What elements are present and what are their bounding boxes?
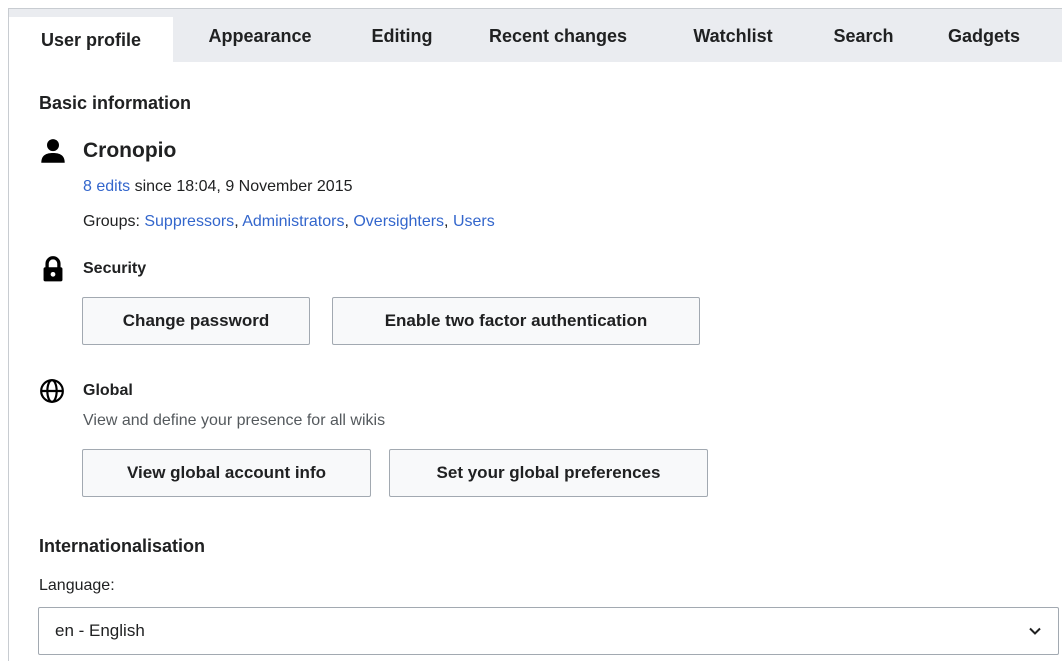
language-label: Language:	[39, 577, 115, 594]
registration-date: since 18:04, 9 November 2015	[130, 178, 353, 195]
edit-count-line: 8 edits since 18:04, 9 November 2015	[83, 178, 353, 196]
tab-appearance[interactable]: Appearance	[173, 9, 347, 62]
enable-two-factor-button[interactable]: Enable two factor authentication	[332, 297, 700, 345]
globe-icon	[38, 377, 66, 405]
edit-count-link[interactable]: 8 edits	[83, 178, 130, 195]
groups-label: Groups:	[83, 213, 145, 230]
chevron-down-icon	[1029, 627, 1041, 635]
tab-watchlist[interactable]: Watchlist	[659, 9, 807, 62]
language-value: en - English	[55, 621, 145, 640]
tab-recent-changes[interactable]: Recent changes	[457, 9, 659, 62]
user-icon	[39, 137, 67, 165]
tab-gadgets[interactable]: Gadgets	[920, 9, 1048, 62]
language-select[interactable]: en - English	[38, 607, 1059, 655]
change-password-button[interactable]: Change password	[82, 297, 310, 345]
basic-information-heading: Basic information	[39, 93, 192, 113]
set-global-preferences-button[interactable]: Set your global preferences	[389, 449, 708, 497]
group-link-suppressors[interactable]: Suppressors	[144, 213, 234, 230]
view-global-account-button[interactable]: View global account info	[82, 449, 371, 497]
global-description: View and define your presence for all wi…	[83, 412, 386, 429]
group-link-oversighters[interactable]: Oversighters	[353, 213, 444, 230]
group-link-administrators[interactable]: Administrators	[242, 213, 344, 230]
security-heading: Security	[83, 260, 147, 277]
lock-icon	[39, 255, 67, 283]
tab-editing[interactable]: Editing	[347, 9, 457, 62]
preferences-panel: User profile Appearance Editing Recent c…	[8, 8, 1062, 661]
tab-search[interactable]: Search	[807, 9, 920, 62]
tab-content-user-profile: Basic information Cronopio 8 edits since…	[9, 62, 1062, 662]
internationalisation-heading: Internationalisation	[39, 536, 206, 556]
username: Cronopio	[83, 139, 177, 162]
group-link-users[interactable]: Users	[453, 213, 495, 230]
groups-line: Groups: Suppressors, Administrators, Ove…	[83, 213, 495, 230]
tab-user-profile[interactable]: User profile	[9, 17, 173, 62]
tab-bar: User profile Appearance Editing Recent c…	[9, 9, 1062, 62]
global-heading: Global	[83, 382, 133, 399]
